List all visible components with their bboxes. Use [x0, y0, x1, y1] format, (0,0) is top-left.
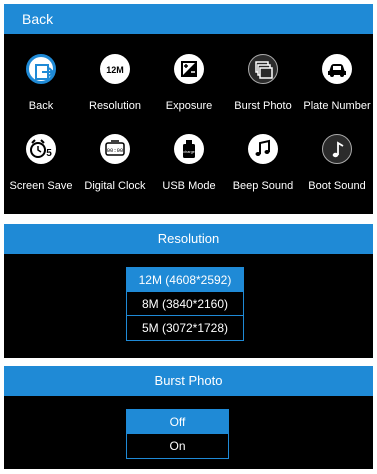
resolution-option-5m[interactable]: 5M (3072*1728): [127, 316, 243, 340]
resolution-12m-icon: 12M: [100, 54, 130, 84]
menu-item-usb-mode[interactable]: charge USB Mode: [152, 126, 226, 206]
resolution-option-12m[interactable]: 12M (4608*2592): [127, 268, 243, 292]
burst-option-on[interactable]: On: [127, 434, 228, 458]
menu-item-resolution[interactable]: 12M Resolution: [78, 46, 152, 126]
menu-item-boot-sound[interactable]: Boot Sound: [300, 126, 374, 206]
usb-charge-badge: charge: [183, 150, 195, 154]
screen-save-badge: 5: [46, 148, 52, 159]
burst-option-off[interactable]: Off: [127, 410, 228, 434]
digital-clock-badge: 00:00: [107, 147, 124, 154]
menu-item-label: Plate Number: [303, 100, 371, 112]
back-header-button[interactable]: Back: [4, 4, 373, 34]
exposure-icon: [174, 54, 204, 84]
burst-options-list: Off On: [126, 409, 229, 459]
back-exit-icon: [26, 54, 56, 84]
menu-item-label: Boot Sound: [308, 180, 366, 192]
menu-item-burst-photo[interactable]: Burst Photo: [226, 46, 300, 126]
menu-item-screen-save[interactable]: 5 Screen Save: [4, 126, 78, 206]
usb-charge-icon: charge: [174, 134, 204, 164]
resolution-options-list: 12M (4608*2592) 8M (3840*2160) 5M (3072*…: [126, 267, 244, 341]
car-icon: [322, 54, 352, 84]
menu-item-beep-sound[interactable]: Beep Sound: [226, 126, 300, 206]
resolution-option-8m[interactable]: 8M (3840*2160): [127, 292, 243, 316]
burst-photo-title: Burst Photo: [4, 366, 373, 396]
menu-item-exposure[interactable]: Exposure: [152, 46, 226, 126]
menu-item-back[interactable]: Back: [4, 46, 78, 126]
burst-photo-icon: [248, 54, 278, 84]
resolution-panel: Resolution 12M (4608*2592) 8M (3840*2160…: [4, 224, 373, 358]
alarm-clock-icon: 5: [26, 134, 56, 164]
resolution-badge: 12M: [106, 65, 124, 75]
menu-item-plate-number[interactable]: Plate Number: [300, 46, 374, 126]
digital-clock-icon: 00:00: [100, 134, 130, 164]
menu-item-digital-clock[interactable]: 00:00 Digital Clock: [78, 126, 152, 206]
main-menu-panel: Back Back 12M Resolution Exposure Burst …: [4, 4, 373, 214]
resolution-title: Resolution: [4, 224, 373, 254]
burst-photo-panel: Burst Photo Off On: [4, 366, 373, 469]
music-note-icon: [322, 134, 352, 164]
music-note-icon: [248, 134, 278, 164]
